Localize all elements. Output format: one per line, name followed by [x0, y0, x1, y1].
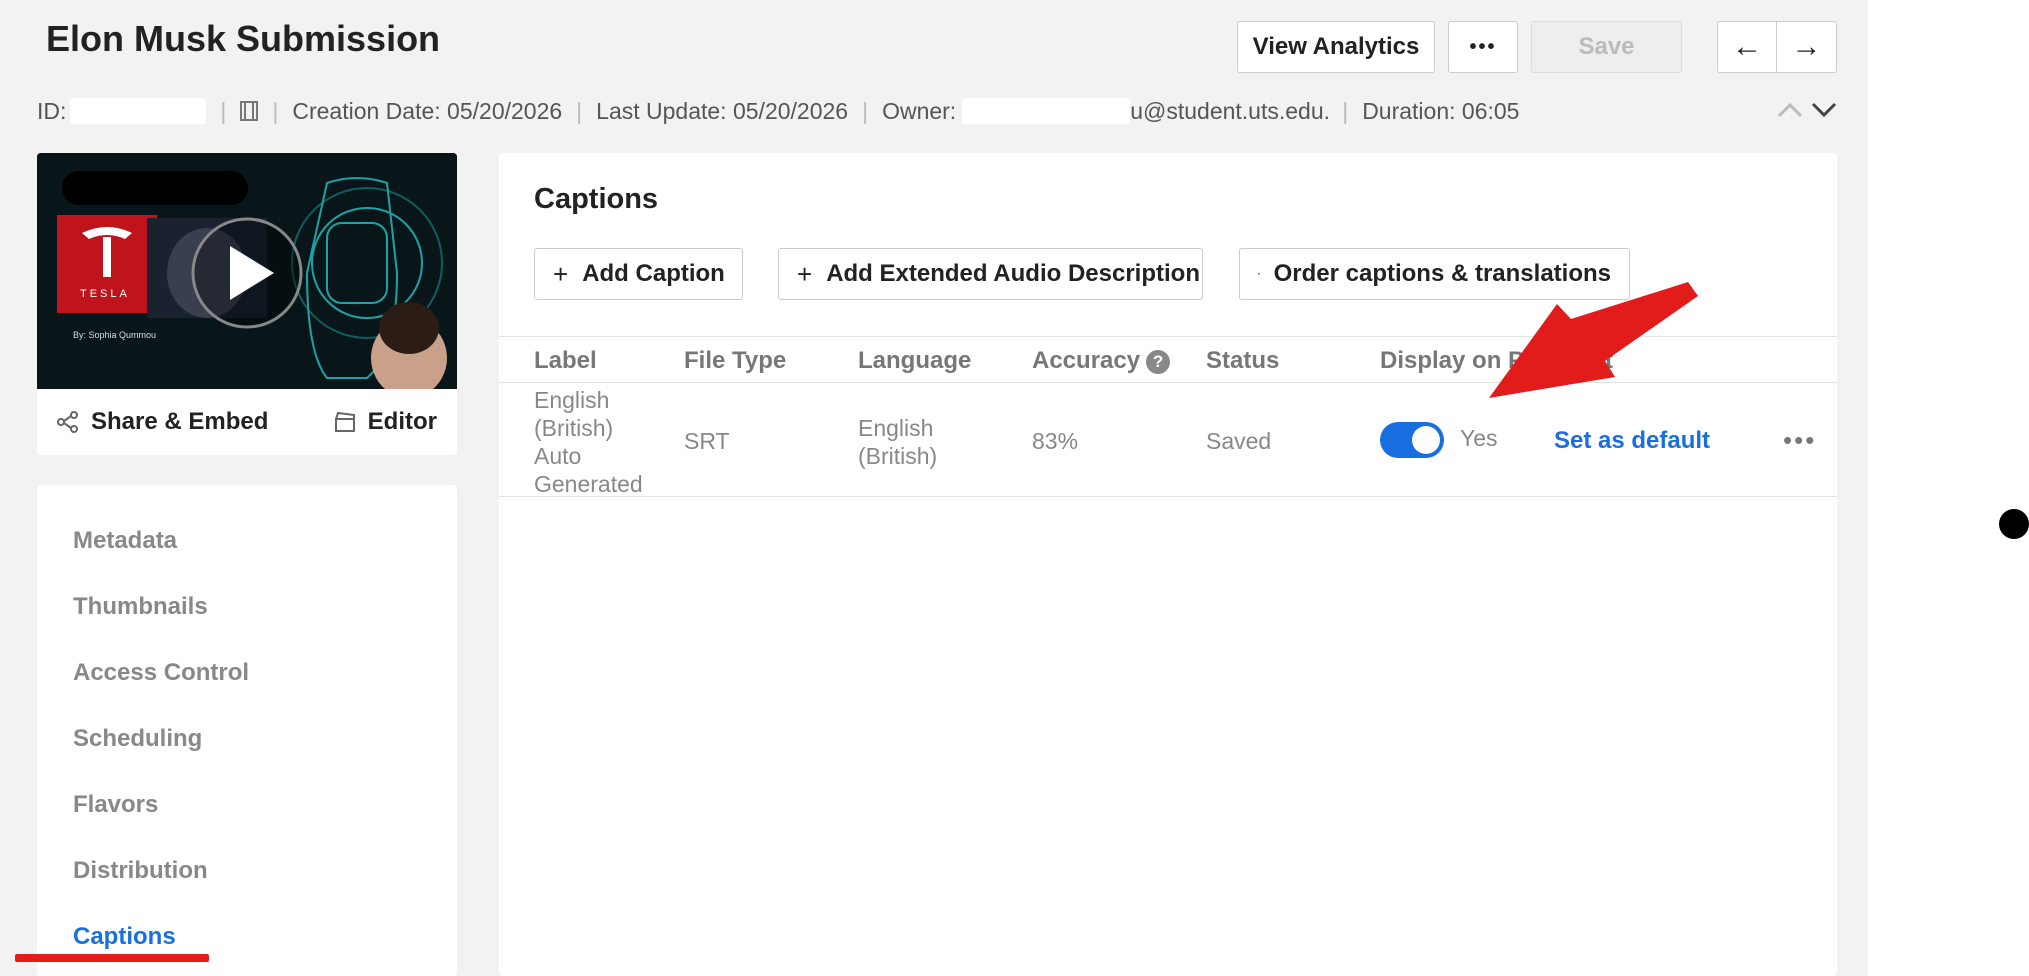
nav-item-thumbnails[interactable]: Thumbnails	[73, 593, 208, 621]
last-update: Last Update: 05/20/2026	[596, 97, 849, 124]
entry-meta-row: ID: | | Creation Date: 05/20/2026 | Last…	[37, 97, 1520, 124]
display-on-player-value: Yes	[1460, 425, 1498, 451]
thumbnail-artwork	[37, 153, 457, 389]
column-header-language: Language	[858, 347, 972, 374]
caption-accuracy: 83%	[1032, 428, 1079, 454]
thumbnail-actions: Share & Embed Editor	[37, 389, 457, 455]
add-extended-audio-description-button[interactable]: + Add Extended Audio Description	[778, 248, 1203, 300]
captions-title: Captions	[534, 183, 659, 215]
editor-label: Editor	[367, 408, 437, 435]
annotation-arrow-icon	[1489, 282, 1698, 398]
more-actions-button[interactable]: •••	[1448, 21, 1518, 73]
plus-icon: +	[797, 258, 813, 289]
video-thumbnail[interactable]: TESLA By: Sophia Qummou	[37, 153, 457, 389]
video-thumbnail-card: TESLA By: Sophia Qummou Share & Embed Ed…	[37, 153, 457, 455]
toggle-knob	[1412, 426, 1440, 454]
duration: Duration: 06:05	[1362, 97, 1520, 124]
plus-icon: +	[553, 258, 569, 289]
thumbnail-brand-text: TESLA	[80, 288, 130, 300]
nav-item-metadata[interactable]: Metadata	[73, 527, 177, 555]
nav-item-distribution[interactable]: Distribution	[73, 857, 208, 885]
arrow-right-icon: →	[1791, 30, 1822, 63]
caption-language-cell: English (British)	[858, 415, 938, 469]
column-header-label: Label	[534, 347, 597, 374]
add-caption-label: Add Caption	[582, 260, 725, 287]
next-entry-button[interactable]: →	[1776, 21, 1837, 73]
help-icon[interactable]: ?	[1146, 349, 1171, 374]
owner-email: u@student.uts.edu.a	[1130, 97, 1329, 124]
thumbnail-byline: By: Sophia Qummou	[73, 330, 157, 340]
set-as-default-link[interactable]: Set as default	[1554, 427, 1710, 455]
share-embed-label: Share & Embed	[91, 408, 269, 435]
closed-captions-icon: CC	[1258, 273, 1260, 275]
film-icon	[240, 101, 259, 121]
page-title: Elon Musk Submission	[46, 18, 441, 59]
column-header-file-type: File Type	[684, 347, 787, 374]
cursor-dot-icon	[1999, 509, 2029, 539]
caption-status: Saved	[1206, 428, 1272, 454]
caption-file-type: SRT	[684, 428, 730, 454]
column-header-status: Status	[1206, 347, 1280, 374]
display-on-player-toggle[interactable]	[1380, 422, 1444, 458]
column-header-accuracy: Accuracy?	[1032, 347, 1171, 375]
nav-item-captions[interactable]: Captions	[73, 923, 176, 951]
redacted-id	[70, 98, 207, 124]
clapperboard-icon	[334, 411, 355, 432]
view-analytics-button[interactable]: View Analytics	[1237, 21, 1435, 73]
previous-entry-button[interactable]: ←	[1717, 21, 1777, 73]
creation-date: Creation Date: 05/20/2026	[292, 97, 563, 124]
nav-item-flavors[interactable]: Flavors	[73, 791, 158, 819]
entry-nav-menu: Metadata Thumbnails Access Control Sched…	[37, 485, 457, 976]
editor-button[interactable]: Editor	[334, 408, 437, 436]
nav-item-scheduling[interactable]: Scheduling	[73, 725, 202, 753]
share-icon	[57, 411, 78, 433]
arrow-left-icon: ←	[1732, 30, 1762, 63]
save-button[interactable]: Save	[1531, 21, 1682, 73]
add-caption-button[interactable]: + Add Caption	[534, 248, 743, 300]
chevron-down-icon[interactable]	[1810, 100, 1838, 120]
row-divider	[499, 496, 1837, 497]
id-label: ID:	[37, 97, 67, 124]
annotation-underline	[15, 954, 209, 962]
share-embed-button[interactable]: Share & Embed	[57, 408, 268, 436]
caption-label-cell: English (British) Auto Generated	[534, 387, 643, 497]
row-more-actions-button[interactable]: •••	[1783, 425, 1816, 456]
redacted-owner	[962, 98, 1131, 124]
add-ead-label: Add Extended Audio Description	[826, 260, 1200, 287]
chevron-up-icon[interactable]	[1776, 100, 1804, 120]
nav-item-access-control[interactable]: Access Control	[73, 659, 249, 687]
owner-label: Owner:	[882, 97, 957, 124]
